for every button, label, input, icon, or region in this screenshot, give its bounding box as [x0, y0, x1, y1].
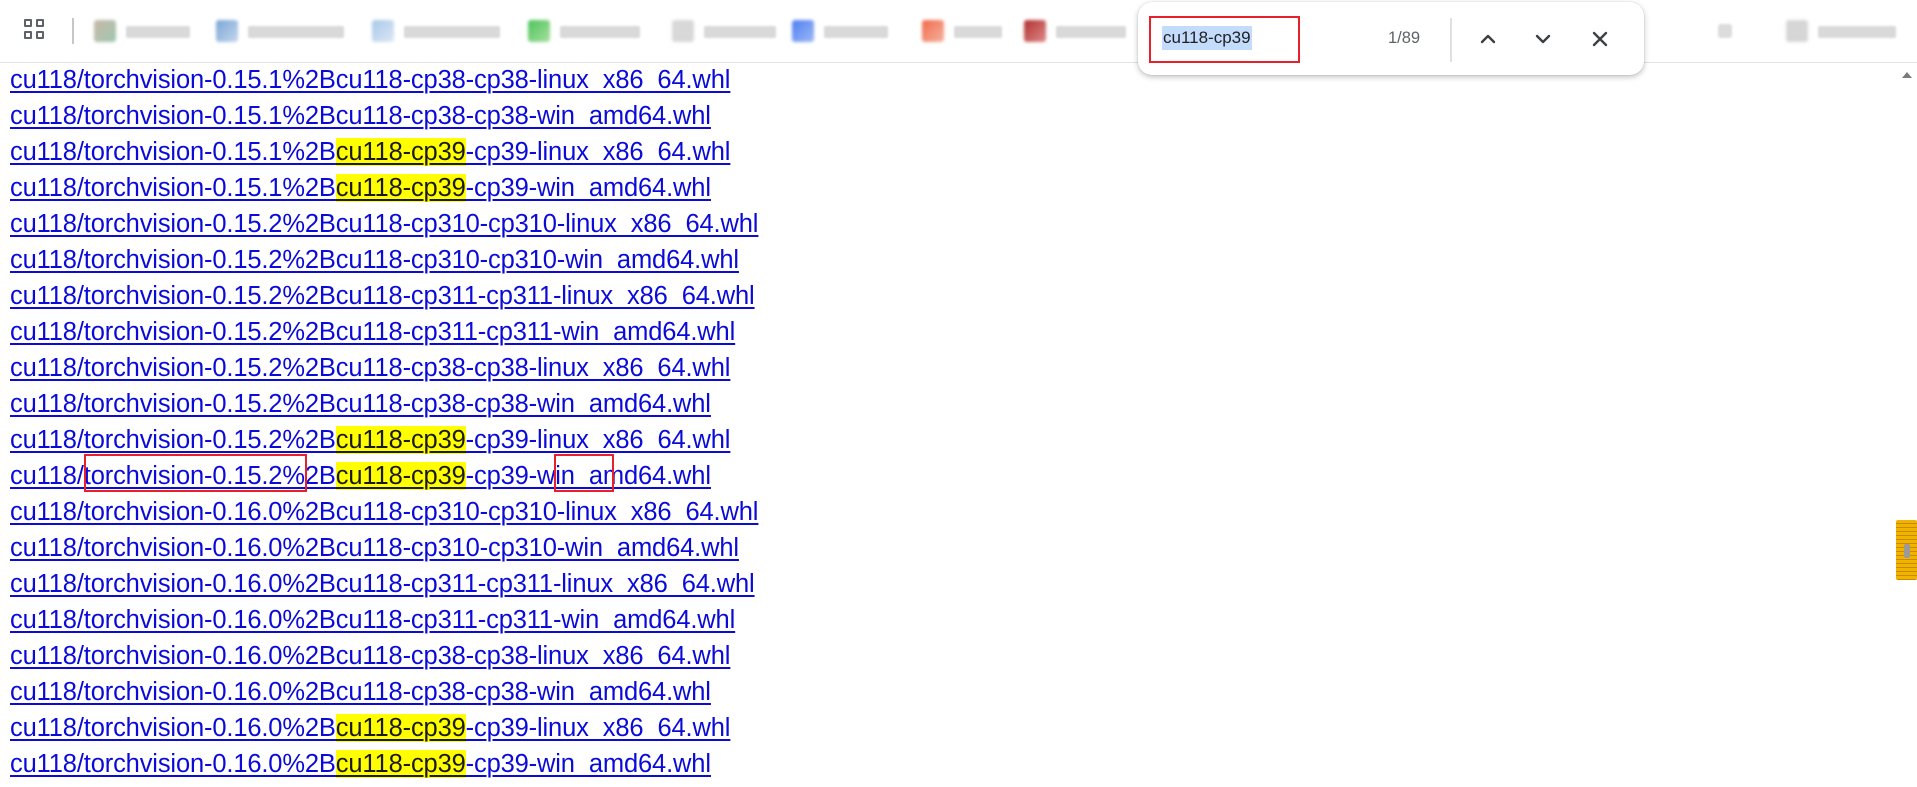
close-find-button[interactable] — [1583, 22, 1617, 56]
file-link-text: cu118/torchvision-0.15.1%2B — [10, 174, 336, 202]
bookmark-label-blurred — [248, 26, 344, 38]
file-link[interactable]: cu118/torchvision-0.15.2%2Bcu118-cp38-cp… — [10, 386, 758, 422]
favicon-icon — [922, 20, 944, 42]
find-match-highlight: cu118-cp39 — [335, 714, 466, 742]
file-link-text: cu118/torchvision-0.15.2%2Bcu118-cp38-cp… — [10, 390, 711, 418]
file-link-text: cu118/torchvision-0.15.2%2Bcu118-cp310-c… — [10, 210, 759, 238]
file-link-text: cu118/torchvision-0.16.0%2Bcu118-cp38-cp… — [10, 678, 711, 706]
file-link-text: cu118/torchvision-0.15.2%2Bcu118-cp38-cp… — [10, 354, 731, 382]
file-link[interactable]: cu118/torchvision-0.16.0%2Bcu118-cp310-c… — [10, 494, 758, 530]
bookmark-item[interactable] — [94, 18, 204, 44]
file-link-text: cu118/torchvision-0.16.0%2Bcu118-cp310-c… — [10, 498, 759, 526]
file-link[interactable]: cu118/torchvision-0.16.0%2Bcu118-cp39-cp… — [10, 710, 758, 746]
favicon-icon — [792, 20, 814, 42]
find-match-highlight: cu118-cp39 — [335, 426, 466, 454]
find-divider — [1450, 18, 1452, 62]
file-link-text: cu118/torchvision-0.15.2%2Bcu118-cp310-c… — [10, 246, 739, 274]
favicon-icon — [528, 20, 550, 42]
bookmark-label-blurred — [560, 26, 640, 38]
favicon-icon — [216, 20, 238, 42]
scroll-up-button[interactable] — [1900, 68, 1914, 80]
file-link[interactable]: cu118/torchvision-0.15.2%2Bcu118-cp311-c… — [10, 314, 758, 350]
favicon-icon — [372, 20, 394, 42]
bookmark-label-blurred — [824, 26, 888, 38]
file-link[interactable]: cu118/torchvision-0.15.2%2Bcu118-cp39-cp… — [10, 458, 758, 494]
bookmark-item[interactable] — [1024, 18, 1134, 44]
file-link[interactable]: cu118/torchvision-0.16.0%2Bcu118-cp39-cp… — [10, 746, 758, 782]
file-link[interactable]: cu118/torchvision-0.15.1%2Bcu118-cp38-cp… — [10, 98, 758, 134]
bookmark-item[interactable] — [1786, 18, 1906, 44]
previous-match-button[interactable] — [1471, 22, 1505, 56]
file-link-text: cu118/torchvision-0.15.2%2B — [10, 462, 336, 490]
chevron-up-icon — [1480, 34, 1496, 44]
favicon-icon — [672, 20, 694, 42]
file-link[interactable]: cu118/torchvision-0.15.1%2Bcu118-cp39-cp… — [10, 134, 758, 170]
bookmarks-divider — [72, 18, 74, 44]
file-link-text: -cp39-linux_x86_64.whl — [465, 426, 731, 454]
file-link-text: -cp39-linux_x86_64.whl — [465, 138, 731, 166]
bookmark-label-blurred — [1818, 26, 1896, 38]
file-link-text: cu118/torchvision-0.16.0%2Bcu118-cp311-c… — [10, 606, 736, 634]
scroll-up-arrow-icon — [1902, 72, 1912, 78]
file-link-text: cu118/torchvision-0.16.0%2Bcu118-cp38-cp… — [10, 642, 731, 670]
bookmark-item[interactable] — [922, 18, 1012, 44]
find-match-count: 1/89 — [1388, 29, 1421, 47]
file-link-text: -cp39-linux_x86_64.whl — [465, 714, 731, 742]
scrollbar-thumb-with-match-markers[interactable] — [1896, 520, 1917, 580]
bookmark-item[interactable] — [1718, 18, 1748, 44]
find-match-highlight: cu118-cp39 — [335, 462, 466, 490]
file-link[interactable]: cu118/torchvision-0.15.2%2Bcu118-cp310-c… — [10, 206, 758, 242]
bookmark-label-blurred — [1056, 26, 1126, 38]
file-link-text: cu118/torchvision-0.16.0%2Bcu118-cp311-c… — [10, 570, 755, 598]
file-link[interactable]: cu118/torchvision-0.16.0%2Bcu118-cp38-cp… — [10, 638, 758, 674]
file-link[interactable]: cu118/torchvision-0.16.0%2Bcu118-cp310-c… — [10, 530, 758, 566]
file-link[interactable]: cu118/torchvision-0.15.2%2Bcu118-cp39-cp… — [10, 422, 758, 458]
file-link[interactable]: cu118/torchvision-0.15.2%2Bcu118-cp311-c… — [10, 278, 758, 314]
file-link[interactable]: cu118/torchvision-0.15.2%2Bcu118-cp38-cp… — [10, 350, 758, 386]
find-input[interactable]: cu118-cp39 — [1162, 26, 1252, 50]
bookmark-item[interactable] — [372, 18, 512, 44]
file-link[interactable]: cu118/torchvision-0.16.0%2Bcu118-cp311-c… — [10, 566, 758, 602]
file-link-text: cu118/torchvision-0.16.0%2B — [10, 714, 336, 742]
file-link-text: cu118/torchvision-0.15.1%2B — [10, 138, 336, 166]
file-link-text: cu118/torchvision-0.16.0%2B — [10, 750, 336, 778]
favicon-icon — [1786, 20, 1808, 42]
scrollbar-thumb-grip — [1904, 544, 1910, 558]
bookmark-label-blurred — [126, 26, 190, 38]
file-link-text: cu118/torchvision-0.15.2%2Bcu118-cp311-c… — [10, 318, 736, 346]
favicon-icon — [1024, 20, 1046, 42]
find-match-highlight: cu118-cp39 — [335, 138, 466, 166]
file-link[interactable]: cu118/torchvision-0.16.0%2Bcu118-cp38-cp… — [10, 674, 758, 710]
bookmark-item[interactable] — [672, 18, 782, 44]
file-link-text: cu118/torchvision-0.16.0%2Bcu118-cp310-c… — [10, 534, 739, 562]
file-link-text: cu118/torchvision-0.15.2%2B — [10, 426, 336, 454]
find-match-highlight: cu118-cp39 — [335, 750, 466, 778]
find-in-page-bar: cu118-cp39 1/89 — [1138, 2, 1644, 75]
favicon-icon — [1718, 24, 1732, 38]
bookmark-item[interactable] — [216, 18, 356, 44]
bookmark-label-blurred — [704, 26, 776, 38]
file-link-list: cu118/torchvision-0.15.1%2Bcu118-cp38-cp… — [10, 62, 758, 782]
apps-grid-icon[interactable] — [24, 19, 48, 43]
favicon-icon — [94, 20, 116, 42]
find-match-highlight: cu118-cp39 — [335, 174, 466, 202]
file-link-text: cu118/torchvision-0.15.1%2Bcu118-cp38-cp… — [10, 66, 731, 94]
chevron-down-icon — [1535, 34, 1551, 44]
next-match-button[interactable] — [1526, 22, 1560, 56]
bookmark-label-blurred — [954, 26, 1002, 38]
file-link-text: -cp39-win_amd64.whl — [465, 174, 711, 202]
file-link-text: -cp39-win_amd64.whl — [465, 750, 711, 778]
bookmark-item[interactable] — [792, 18, 902, 44]
file-link[interactable]: cu118/torchvision-0.15.2%2Bcu118-cp310-c… — [10, 242, 758, 278]
file-link[interactable]: cu118/torchvision-0.15.1%2Bcu118-cp38-cp… — [10, 62, 758, 98]
file-link[interactable]: cu118/torchvision-0.15.1%2Bcu118-cp39-cp… — [10, 170, 758, 206]
bookmark-item[interactable] — [528, 18, 653, 44]
file-link-text: cu118/torchvision-0.15.2%2Bcu118-cp311-c… — [10, 282, 755, 310]
bookmark-label-blurred — [404, 26, 500, 38]
close-icon — [1592, 31, 1608, 47]
file-link-text: cu118/torchvision-0.15.1%2Bcu118-cp38-cp… — [10, 102, 711, 130]
file-link-text: -cp39-win_amd64.whl — [465, 462, 711, 490]
file-link[interactable]: cu118/torchvision-0.16.0%2Bcu118-cp311-c… — [10, 602, 758, 638]
